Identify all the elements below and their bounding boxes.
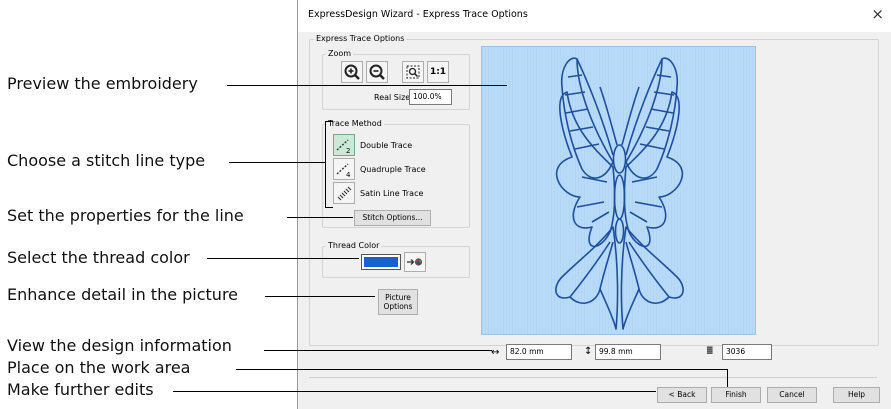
stitch-count-icon: ≣ bbox=[706, 346, 714, 356]
zoom-in-icon bbox=[344, 64, 360, 80]
double-trace-icon: 2 bbox=[336, 139, 350, 155]
butterfly-embroidery bbox=[482, 47, 755, 334]
cancel-button[interactable]: Cancel bbox=[767, 387, 817, 403]
leader-stitch-type bbox=[229, 162, 326, 163]
embroidery-preview bbox=[481, 46, 756, 335]
express-trace-options-label: Express Trace Options bbox=[314, 34, 407, 43]
height-icon: ↕ bbox=[584, 346, 593, 357]
leader-place-work-area-drop bbox=[727, 369, 728, 387]
callout-place-work-area: Place on the work area bbox=[7, 358, 191, 377]
thread-color-label: Thread Color bbox=[326, 241, 382, 250]
picture-options-button[interactable]: Picture Options bbox=[378, 289, 418, 315]
width-icon: ↔ bbox=[491, 347, 500, 358]
design-width-field[interactable]: 82.0 mm bbox=[506, 344, 572, 360]
picture-options-line1: Picture bbox=[385, 293, 411, 302]
callout-further-edits: Make further edits bbox=[7, 380, 154, 399]
thread-color-swatch[interactable] bbox=[361, 254, 401, 270]
zoom-out-button[interactable] bbox=[366, 61, 388, 83]
zoom-out-icon bbox=[369, 64, 385, 80]
callout-line-properties: Set the properties for the line bbox=[7, 206, 244, 225]
real-size-field[interactable]: 100.0% bbox=[409, 89, 452, 105]
help-button[interactable]: Help bbox=[833, 387, 880, 403]
picture-options-line2: Options bbox=[383, 302, 413, 311]
leader-design-info bbox=[264, 350, 492, 351]
callout-design-info: View the design information bbox=[7, 336, 232, 355]
callout-preview: Preview the embroidery bbox=[7, 74, 198, 93]
double-trace-button[interactable]: 2 bbox=[333, 134, 355, 156]
leader-stitch-type-bottom bbox=[325, 207, 333, 208]
leader-enhance-detail bbox=[265, 296, 375, 297]
finish-button[interactable]: Finish bbox=[711, 387, 761, 403]
button-separator bbox=[309, 377, 877, 378]
leader-stitch-type-bracket bbox=[325, 121, 326, 207]
zoom-in-button[interactable] bbox=[341, 61, 363, 83]
leader-stitch-type-top bbox=[325, 121, 333, 122]
back-button[interactable]: < Back bbox=[657, 387, 707, 403]
stitch-count-field[interactable]: 3036 bbox=[722, 344, 772, 360]
title-bar: ExpressDesign Wizard - Express Trace Opt… bbox=[298, 0, 891, 32]
leader-thread-color bbox=[207, 258, 359, 259]
zoom-label: Zoom bbox=[326, 49, 354, 58]
quadruple-trace-icon: 4 bbox=[336, 163, 351, 179]
leader-further-edits bbox=[173, 391, 656, 392]
double-trace-label: Double Trace bbox=[360, 141, 413, 150]
quadruple-trace-label: Quadruple Trace bbox=[360, 165, 426, 174]
zoom-to-fit-button[interactable] bbox=[402, 61, 424, 83]
stitch-options-button[interactable]: Stitch Options... bbox=[354, 210, 431, 226]
callout-stitch-line-type: Choose a stitch line type bbox=[7, 151, 206, 170]
thread-color-fill bbox=[364, 257, 398, 267]
svg-text:4: 4 bbox=[346, 171, 351, 179]
close-icon[interactable]: × bbox=[871, 5, 884, 23]
zoom-one-to-one-button[interactable]: 1:1 bbox=[427, 61, 449, 83]
trace-method-label: Trace Method bbox=[326, 119, 384, 128]
quadruple-trace-button[interactable]: 4 bbox=[333, 158, 355, 180]
satin-line-trace-button[interactable] bbox=[333, 182, 355, 204]
thread-picker-icon bbox=[407, 258, 423, 266]
satin-line-trace-label: Satin Line Trace bbox=[360, 189, 424, 198]
callout-enhance-detail: Enhance detail in the picture bbox=[7, 285, 239, 304]
leader-preview bbox=[227, 85, 507, 86]
callout-thread-color: Select the thread color bbox=[7, 248, 190, 267]
zoom-fit-icon bbox=[406, 65, 420, 79]
real-size-label: Real Size bbox=[374, 93, 411, 102]
dialog-title: ExpressDesign Wizard - Express Trace Opt… bbox=[308, 9, 528, 20]
leader-line-properties bbox=[287, 217, 353, 218]
leader-place-work-area bbox=[236, 369, 728, 370]
design-height-field[interactable]: 99.8 mm bbox=[595, 344, 661, 360]
thread-color-picker-button[interactable] bbox=[404, 252, 426, 272]
express-trace-dialog: ExpressDesign Wizard - Express Trace Opt… bbox=[297, 0, 891, 409]
satin-line-icon bbox=[337, 186, 352, 201]
svg-text:2: 2 bbox=[346, 147, 350, 155]
